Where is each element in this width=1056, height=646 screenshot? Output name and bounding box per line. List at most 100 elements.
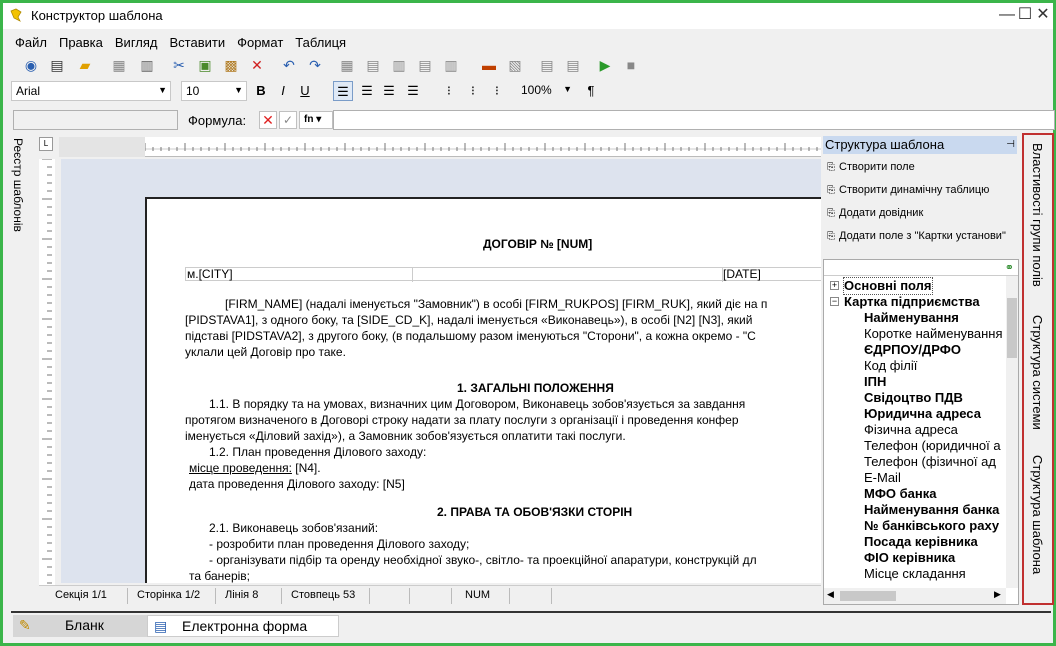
- align-center-icon[interactable]: ☰: [379, 81, 399, 101]
- insert-col-icon[interactable]: ▥: [391, 57, 407, 73]
- accept-formula-icon[interactable]: ✓: [279, 111, 297, 129]
- table-icon[interactable]: ▦: [339, 57, 355, 73]
- tree-horizontal-scrollbar[interactable]: ◀ ▶: [824, 588, 1006, 604]
- vertical-ruler[interactable]: [39, 159, 55, 589]
- collapse-icon[interactable]: −: [830, 297, 839, 306]
- cancel-formula-icon[interactable]: ✕: [259, 111, 277, 129]
- scroll-thumb[interactable]: [1007, 298, 1017, 358]
- menu-view[interactable]: Вигляд: [109, 33, 164, 53]
- add-card-field-action[interactable]: ⎘ Додати поле з "Картки установи": [827, 230, 1006, 242]
- undo-icon[interactable]: ↶: [281, 57, 297, 73]
- minimize-icon[interactable]: —: [999, 7, 1015, 23]
- open-folder-icon[interactable]: ▰: [77, 57, 93, 73]
- tree-item[interactable]: Найменування: [864, 310, 959, 326]
- expand-icon[interactable]: +: [830, 281, 839, 290]
- stop-icon[interactable]: ■: [623, 57, 639, 73]
- section-heading: 1. ЗАГАЛЬНІ ПОЛОЖЕННЯ: [457, 381, 614, 395]
- menu-edit[interactable]: Правка: [53, 33, 109, 53]
- pin-icon[interactable]: ⊣: [1006, 136, 1015, 154]
- preview-icon[interactable]: ▥: [139, 57, 155, 73]
- copy-icon[interactable]: ▣: [197, 57, 213, 73]
- tree-item[interactable]: Посада керівника: [864, 534, 978, 550]
- add-reference-action[interactable]: ⎘ Додати довідник: [827, 207, 923, 219]
- tree-item[interactable]: ЄДРПОУ/ДРФО: [864, 342, 961, 358]
- delete-col-icon[interactable]: ▥: [443, 57, 459, 73]
- bullet-list-icon[interactable]: ⁝: [439, 81, 459, 101]
- split-icon[interactable]: ▤: [565, 57, 581, 73]
- merge-icon[interactable]: ▤: [539, 57, 555, 73]
- tree-vertical-scrollbar[interactable]: [1006, 276, 1018, 588]
- save-icon[interactable]: ▦: [111, 57, 127, 73]
- template-icon[interactable]: ◉: [23, 57, 39, 73]
- close-icon[interactable]: ✕: [1035, 7, 1051, 23]
- tab-field-group-properties[interactable]: Властивості групи полів: [1030, 143, 1045, 287]
- menu-insert[interactable]: Вставити: [164, 33, 232, 53]
- template-registry-tab[interactable]: Реєстр шаблонів: [7, 136, 33, 606]
- image-icon[interactable]: ▬: [481, 57, 497, 73]
- font-size-select[interactable]: 10 ▼: [181, 81, 247, 101]
- create-dynamic-table-action[interactable]: ⎘ Створити динамічну таблицю: [827, 184, 989, 196]
- zoom-select[interactable]: 100% ▼: [517, 81, 575, 101]
- pilcrow-button[interactable]: ¶: [581, 81, 601, 101]
- underline-button[interactable]: U: [295, 81, 315, 101]
- font-name-select[interactable]: Arial ▼: [11, 81, 171, 101]
- delete-icon[interactable]: ✕: [249, 57, 265, 73]
- menu-file[interactable]: Файл: [9, 33, 53, 53]
- document-area[interactable]: ДОГОВІР № [NUM] м.[CITY] [DATE] [FIRM_NA…: [61, 159, 821, 583]
- field-tree[interactable]: ⚭ + Основні поля − Картка підприємства Найме…: [823, 259, 1019, 605]
- delete-row-icon[interactable]: ▤: [417, 57, 433, 73]
- formula-input[interactable]: [333, 110, 1055, 130]
- paste-icon[interactable]: ▩: [223, 57, 239, 73]
- horizontal-ruler[interactable]: [145, 137, 821, 157]
- redo-icon[interactable]: ↷: [307, 57, 323, 73]
- tree-item[interactable]: Код філії: [864, 358, 917, 374]
- tree-item[interactable]: Найменування банка: [864, 502, 999, 518]
- maximize-icon[interactable]: ☐: [1017, 7, 1033, 23]
- tab-blank[interactable]: ✎ Бланк: [13, 615, 147, 637]
- tree-item[interactable]: Картка підприємства: [844, 294, 980, 310]
- tree-item[interactable]: МФО банка: [864, 486, 937, 502]
- tree-item[interactable]: ФІО керівника: [864, 550, 955, 566]
- binoculars-icon[interactable]: ⚭: [1005, 261, 1014, 274]
- bold-button[interactable]: B: [251, 81, 271, 101]
- scroll-thumb[interactable]: [840, 591, 896, 601]
- tree-item[interactable]: Коротке найменування: [864, 326, 1003, 342]
- window-title: Конструктор шаблона: [31, 8, 163, 23]
- tree-item[interactable]: Телефон (фізичної ад: [864, 454, 996, 470]
- print-icon[interactable]: ▤: [49, 57, 65, 73]
- create-field-action[interactable]: ⎘ Створити поле: [827, 161, 915, 173]
- ruler-corner-button[interactable]: L: [39, 137, 53, 151]
- cut-icon[interactable]: ✂: [171, 57, 187, 73]
- align-justify-icon[interactable]: ☰: [403, 81, 423, 101]
- decrease-indent-icon[interactable]: ⁝: [487, 81, 507, 101]
- tree-item[interactable]: E-Mail: [864, 470, 901, 486]
- tree-item[interactable]: Фізична адреса: [864, 422, 958, 438]
- tree-item[interactable]: ІПН: [864, 374, 886, 390]
- insert-row-icon[interactable]: ▤: [365, 57, 381, 73]
- run-icon[interactable]: ▶: [597, 57, 613, 73]
- tree-item[interactable]: Основні поля: [843, 277, 933, 295]
- tree-item[interactable]: Свідоцтво ПДВ: [864, 390, 963, 406]
- intro-line: [PIDSTAVA1], з одного боку, та [SIDE_CD_…: [185, 313, 753, 327]
- numbered-list-icon[interactable]: ⁝: [463, 81, 483, 101]
- italic-button[interactable]: I: [273, 81, 293, 101]
- align-right-icon[interactable]: ☰: [357, 81, 377, 101]
- tree-item[interactable]: Юридична адреса: [864, 406, 981, 422]
- action-label: Створити поле: [839, 161, 915, 173]
- scroll-right-icon[interactable]: ▶: [994, 589, 1001, 600]
- tree-item[interactable]: Телефон (юридичної а: [864, 438, 1001, 454]
- menu-format[interactable]: Формат: [231, 33, 289, 53]
- scroll-left-icon[interactable]: ◀: [827, 589, 834, 600]
- cell-reference-field[interactable]: [13, 110, 178, 130]
- document-page[interactable]: ДОГОВІР № [NUM] м.[CITY] [DATE] [FIRM_NA…: [145, 197, 821, 583]
- tab-template-structure[interactable]: Структура шаблона: [1030, 455, 1045, 574]
- function-button[interactable]: fn ▾: [299, 111, 333, 129]
- field-icon[interactable]: ▧: [507, 57, 523, 73]
- menu-table[interactable]: Таблиця: [289, 33, 352, 53]
- tree-item[interactable]: № банківського раху: [864, 518, 999, 534]
- tree-item[interactable]: Місце складання: [864, 566, 966, 582]
- tab-system-structure[interactable]: Структура системи: [1030, 315, 1045, 430]
- template-registry-label: Реєстр шаблонів: [11, 138, 25, 232]
- align-left-icon[interactable]: ☰: [333, 81, 353, 101]
- tab-electronic-form[interactable]: ▤ Електронна форма: [147, 615, 339, 637]
